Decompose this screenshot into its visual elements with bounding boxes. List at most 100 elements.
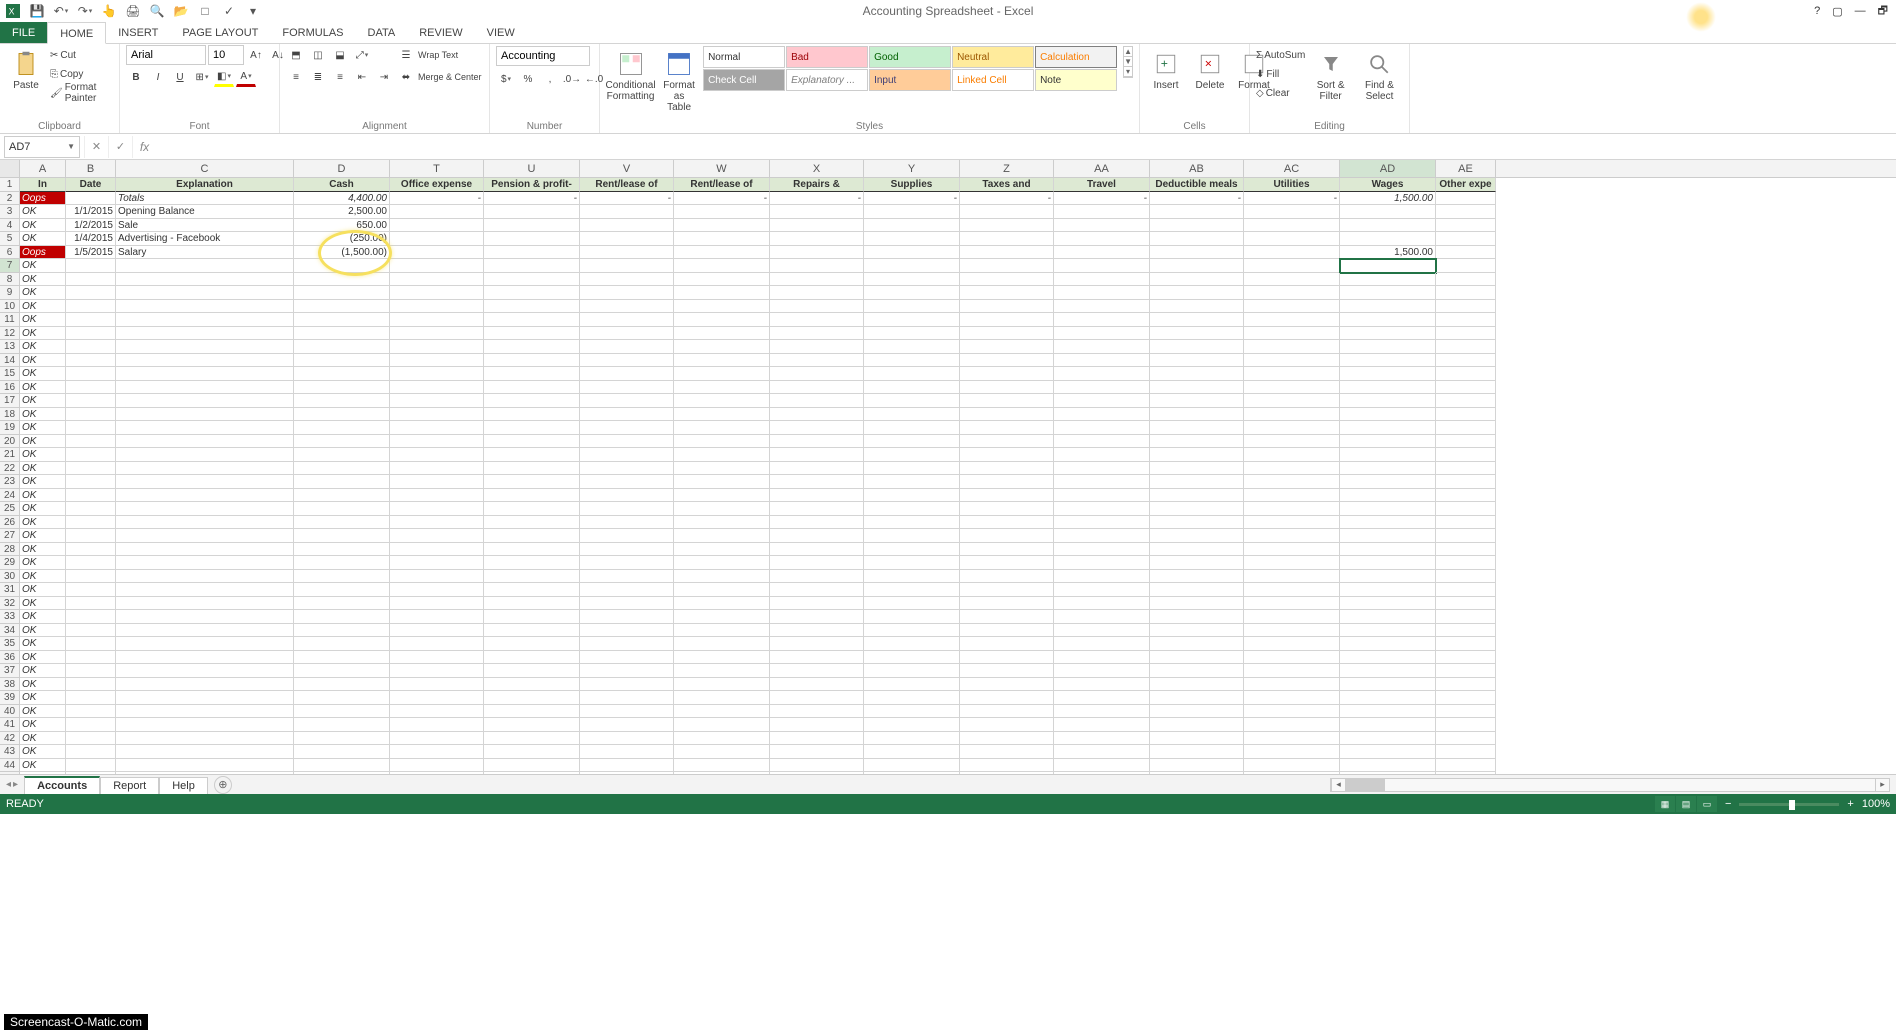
cell[interactable] — [1244, 732, 1340, 746]
cell[interactable] — [1436, 273, 1496, 287]
indent-decrease-icon[interactable]: ⇤ — [352, 67, 372, 87]
cell[interactable] — [66, 273, 116, 287]
row-header[interactable]: 26 — [0, 516, 20, 530]
cell[interactable] — [1340, 340, 1436, 354]
cell[interactable] — [1436, 516, 1496, 530]
cell[interactable] — [770, 219, 864, 233]
cell[interactable] — [390, 475, 484, 489]
cell[interactable] — [1054, 246, 1150, 260]
cell[interactable] — [1054, 610, 1150, 624]
cell[interactable] — [1054, 556, 1150, 570]
cell[interactable] — [66, 732, 116, 746]
cell[interactable] — [674, 705, 770, 719]
cell[interactable] — [116, 489, 294, 503]
cell[interactable] — [1436, 651, 1496, 665]
cell[interactable] — [1054, 691, 1150, 705]
cell[interactable] — [116, 421, 294, 435]
cell[interactable] — [390, 381, 484, 395]
cell[interactable] — [1244, 394, 1340, 408]
cell[interactable] — [1150, 489, 1244, 503]
cell[interactable] — [66, 286, 116, 300]
cell[interactable] — [1054, 354, 1150, 368]
style-bad[interactable]: Bad — [786, 46, 868, 68]
cell[interactable] — [1436, 246, 1496, 260]
cell[interactable] — [1054, 367, 1150, 381]
undo-icon[interactable]: ↶ — [52, 2, 70, 20]
find-select-button[interactable]: Find & Select — [1356, 46, 1403, 106]
cell[interactable] — [580, 543, 674, 557]
cell[interactable] — [484, 421, 580, 435]
cell[interactable] — [294, 489, 390, 503]
cell[interactable]: OK — [20, 664, 66, 678]
cell[interactable] — [1436, 435, 1496, 449]
fill-color-button[interactable]: ◧ — [214, 67, 234, 87]
cell[interactable] — [864, 232, 960, 246]
row-header[interactable]: 39 — [0, 691, 20, 705]
comma-icon[interactable]: , — [540, 69, 560, 89]
cell[interactable] — [960, 651, 1054, 665]
cell[interactable] — [294, 381, 390, 395]
cell[interactable] — [484, 705, 580, 719]
cell[interactable] — [116, 367, 294, 381]
cell[interactable]: OK — [20, 367, 66, 381]
cell[interactable] — [116, 273, 294, 287]
cell[interactable] — [390, 448, 484, 462]
cell[interactable] — [116, 583, 294, 597]
touch-mode-icon[interactable]: 👆 — [100, 2, 118, 20]
cell[interactable] — [66, 313, 116, 327]
cell[interactable] — [580, 300, 674, 314]
cell[interactable] — [390, 354, 484, 368]
cell[interactable] — [1340, 637, 1436, 651]
cell[interactable] — [674, 664, 770, 678]
cell[interactable] — [1436, 232, 1496, 246]
cell[interactable] — [1436, 340, 1496, 354]
cell[interactable]: OK — [20, 651, 66, 665]
cell[interactable] — [484, 286, 580, 300]
cell[interactable] — [580, 286, 674, 300]
cell[interactable] — [1054, 340, 1150, 354]
cell[interactable] — [66, 300, 116, 314]
cell[interactable] — [674, 354, 770, 368]
cell[interactable] — [1436, 502, 1496, 516]
cell[interactable] — [1054, 543, 1150, 557]
cell[interactable] — [864, 502, 960, 516]
cell[interactable] — [770, 678, 864, 692]
cell[interactable] — [580, 259, 674, 273]
cell[interactable] — [1340, 421, 1436, 435]
cell[interactable] — [1244, 529, 1340, 543]
cell[interactable] — [390, 529, 484, 543]
cell[interactable] — [864, 637, 960, 651]
cell[interactable] — [390, 421, 484, 435]
cell[interactable] — [1436, 732, 1496, 746]
tab-formulas[interactable]: FORMULAS — [270, 22, 355, 43]
cell[interactable]: OK — [20, 718, 66, 732]
horizontal-scrollbar[interactable]: ◂▸ — [1330, 778, 1890, 792]
cell[interactable] — [390, 327, 484, 341]
cell[interactable] — [1150, 732, 1244, 746]
cell[interactable] — [770, 610, 864, 624]
enter-formula-icon[interactable]: ✓ — [108, 136, 132, 158]
cell[interactable] — [770, 205, 864, 219]
cell[interactable] — [864, 597, 960, 611]
cell[interactable] — [66, 543, 116, 557]
cell[interactable] — [294, 300, 390, 314]
cell[interactable] — [1340, 489, 1436, 503]
cell[interactable] — [116, 637, 294, 651]
cell[interactable] — [864, 718, 960, 732]
cell[interactable] — [484, 462, 580, 476]
cell[interactable] — [960, 273, 1054, 287]
cell[interactable] — [66, 691, 116, 705]
cell[interactable] — [580, 745, 674, 759]
row-header[interactable]: 10 — [0, 300, 20, 314]
italic-button[interactable]: I — [148, 67, 168, 87]
cell[interactable] — [294, 259, 390, 273]
cell[interactable] — [674, 529, 770, 543]
cell[interactable] — [484, 259, 580, 273]
tab-page-layout[interactable]: PAGE LAYOUT — [170, 22, 270, 43]
cell[interactable] — [294, 435, 390, 449]
col-header-AA[interactable]: AA — [1054, 160, 1150, 177]
cell[interactable] — [1244, 556, 1340, 570]
cell[interactable] — [484, 435, 580, 449]
cell[interactable] — [770, 664, 864, 678]
cell[interactable] — [674, 340, 770, 354]
